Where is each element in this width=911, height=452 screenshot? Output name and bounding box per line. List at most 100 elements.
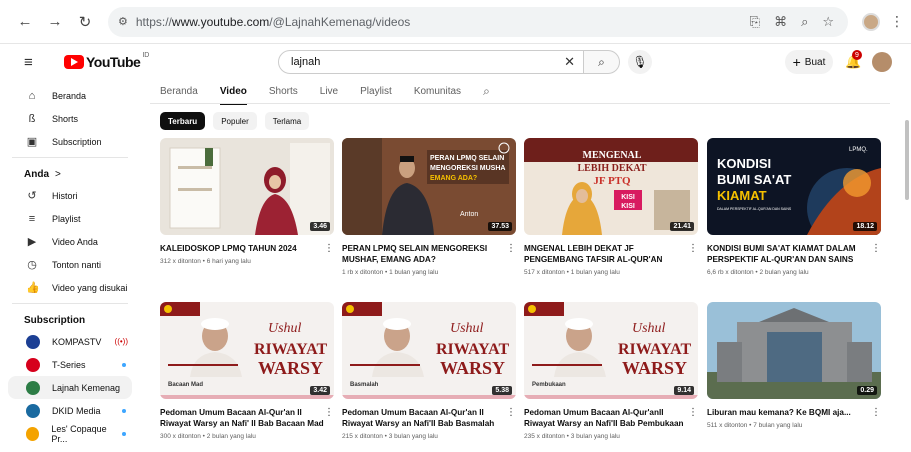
- subscription-label: Lajnah Kemenag: [52, 382, 121, 393]
- chip-terbaru[interactable]: Terbaru: [160, 112, 206, 130]
- more-options-icon[interactable]: ⋮: [506, 243, 516, 276]
- video-thumbnail[interactable]: Pembukaan Ushul RIWAYAT WARSY 9.14: [524, 302, 698, 399]
- video-meta: Liburan mau kemana? Ke BQMI aja... 511 x …: [707, 407, 881, 429]
- video-title[interactable]: Pedoman Umum Bacaan Al-Qur'an II Riwayat…: [342, 407, 506, 429]
- video-text: Liburan mau kemana? Ke BQMI aja... 511 x …: [707, 407, 871, 429]
- video-thumbnail[interactable]: Bacaan Mad Ushul RIWAYAT WARSY 3.42: [160, 302, 334, 399]
- create-button[interactable]: + Buat: [785, 50, 833, 74]
- hamburger-menu-icon[interactable]: ≡: [24, 54, 44, 71]
- video-title[interactable]: KALEIDOSKOP LPMQ TAHUN 2024: [160, 243, 324, 254]
- more-options-icon[interactable]: ⋮: [688, 243, 698, 276]
- video-thumbnail[interactable]: Basmalah Ushul RIWAYAT WARSY 5.38: [342, 302, 516, 399]
- duration-badge: 21.41: [670, 222, 694, 231]
- sidebar-subscription-item[interactable]: Lajnah Kemenag: [8, 376, 132, 399]
- new-content-dot: [122, 431, 126, 436]
- video-thumbnail[interactable]: KONDISI BUMI SA'AT KIAMAT DALAM PERSPEKTIF …: [707, 138, 881, 235]
- subscription-label: T-Series: [52, 359, 86, 370]
- translate-icon[interactable]: ⌘: [774, 14, 787, 30]
- sidebar-subscription-item[interactable]: T-Series: [0, 353, 140, 376]
- thumbnail-text: KISI: [621, 203, 635, 210]
- sidebar-item-label: Subscription: [52, 136, 102, 147]
- sidebar-item-subscription[interactable]: ▣ Subscription: [0, 130, 140, 153]
- video-thumbnail[interactable]: MENGENAL LEBIH DEKAT JF PTQ KISI KISI 21.41: [524, 138, 698, 235]
- video-title[interactable]: KONDISI BUMI SA'AT KIAMAT DALAM PERSPEKT…: [707, 243, 871, 265]
- tab-komunitas[interactable]: Komunitas: [414, 86, 461, 97]
- cast-icon[interactable]: ⎘: [750, 14, 760, 30]
- video-stats: 312 x ditonton • 6 hari yang lalu: [160, 258, 251, 265]
- video-card[interactable]: Basmalah Ushul RIWAYAT WARSY 5.38 Pedoman Umu…: [342, 302, 516, 440]
- sidebar-item-beranda[interactable]: ⌂ Beranda: [0, 84, 140, 107]
- more-options-icon[interactable]: ⋮: [324, 243, 334, 265]
- microphone-icon: 🎙: [632, 55, 648, 69]
- video-card[interactable]: Bacaan Mad Ushul RIWAYAT WARSY 3.42 Pedoman U…: [160, 302, 334, 440]
- tab-live[interactable]: Live: [320, 86, 338, 97]
- page-scrollbar[interactable]: [905, 120, 909, 200]
- more-options-icon[interactable]: ⋮: [871, 407, 881, 429]
- tab-shorts[interactable]: Shorts: [269, 86, 298, 97]
- back-icon[interactable]: ←: [12, 9, 38, 35]
- chip-terlama[interactable]: Terlama: [264, 112, 310, 130]
- tab-playlist[interactable]: Playlist: [360, 86, 392, 97]
- forward-icon[interactable]: →: [42, 9, 68, 35]
- video-card[interactable]: 3.46 KALEIDOSKOP LPMQ TAHUN 2024 312 x dit…: [160, 138, 334, 265]
- channel-search-icon[interactable]: ⌕: [483, 84, 490, 99]
- search-button[interactable]: ⌕: [584, 50, 620, 74]
- video-title[interactable]: PERAN LPMQ SELAIN MENGOREKSI MUSHAF, EMA…: [342, 243, 506, 265]
- zoom-icon[interactable]: ⌕: [801, 14, 808, 30]
- reload-icon[interactable]: ↻: [72, 9, 98, 35]
- video-card[interactable]: Pembukaan Ushul RIWAYAT WARSY 9.14 Pedoman Um…: [524, 302, 698, 440]
- notification-badge: 9: [852, 50, 862, 60]
- clear-search-icon[interactable]: ✕: [564, 54, 575, 70]
- tab-video[interactable]: Video: [219, 86, 247, 105]
- video-thumbnail[interactable]: 3.46: [160, 138, 334, 235]
- sidebar-item-histori[interactable]: ↺ Histori: [0, 184, 140, 207]
- more-options-icon[interactable]: ⋮: [506, 407, 516, 440]
- video-card[interactable]: 0.29 Liburan mau kemana? Ke BQMI aja... 51…: [707, 302, 881, 429]
- sidebar-subscription-item[interactable]: KOMPASTV ((•)): [0, 330, 140, 353]
- sidebar-item-tonton-nanti[interactable]: ◷ Tonton nanti: [0, 253, 140, 276]
- search-input[interactable]: lajnah ✕: [278, 50, 584, 74]
- plus-icon: +: [792, 54, 801, 70]
- video-thumbnail[interactable]: PERAN LPMQ SELAIN MENGOREKSI MUSHA EMANG A…: [342, 138, 516, 235]
- voice-search-button[interactable]: 🎙: [628, 50, 652, 74]
- sidebar-item-playlist[interactable]: ≡ Playlist: [0, 207, 140, 230]
- site-info-icon[interactable]: ⚙: [118, 15, 128, 28]
- browser-profile-avatar[interactable]: [862, 12, 880, 31]
- thumbnail-text: MENGENAL: [583, 150, 642, 161]
- channel-tabs: Beranda Video Shorts Live Playlist Komunitas ⌕: [160, 80, 490, 105]
- bookmark-star-icon[interactable]: ☆: [822, 14, 834, 30]
- sidebar-item-video-anda[interactable]: ▶ Video Anda: [0, 230, 140, 253]
- video-card[interactable]: PERAN LPMQ SELAIN MENGOREKSI MUSHA EMANG A…: [342, 138, 516, 276]
- chip-populer[interactable]: Populer: [213, 112, 257, 130]
- channel-avatar: [26, 357, 40, 372]
- address-bar[interactable]: ⚙ https://www.youtube.com/@LajnahKemenag…: [108, 6, 848, 37]
- video-title[interactable]: Pedoman Umum Bacaan Al-Qur'an II Riwayat…: [160, 407, 324, 429]
- sidebar-item-shorts[interactable]: ß Shorts: [0, 107, 140, 130]
- duration-badge: 3.46: [310, 222, 330, 231]
- video-title[interactable]: Pedoman Umum Bacaan Al-Qur'anII Riwayat …: [524, 407, 688, 429]
- duration-badge: 3.42: [310, 386, 330, 395]
- video-card[interactable]: KONDISI BUMI SA'AT KIAMAT DALAM PERSPEKTIF …: [707, 138, 881, 276]
- sidebar-item-video-yang-disukai[interactable]: 👍 Video yang disukai: [0, 276, 140, 299]
- notifications-bell-icon[interactable]: 🔔 9: [845, 50, 862, 70]
- video-card[interactable]: MENGENAL LEBIH DEKAT JF PTQ KISI KISI 21.41 MN…: [524, 138, 698, 276]
- thumbnail-image: MENGENAL LEBIH DEKATJF PTQ KISI KISI: [524, 138, 698, 235]
- sidebar-you-heading[interactable]: Anda >: [0, 164, 140, 184]
- url-host: www.youtube.com: [171, 14, 270, 29]
- account-avatar[interactable]: [872, 52, 892, 72]
- sidebar-subscription-item[interactable]: Les' Copaque Pr...: [0, 422, 140, 445]
- channel-avatar: [26, 426, 40, 441]
- more-options-icon[interactable]: ⋮: [324, 407, 334, 440]
- video-text: Pedoman Umum Bacaan Al-Qur'an II Riwayat…: [160, 407, 324, 440]
- video-title[interactable]: MNGENAL LEBIH DEKAT JF PENGEMBANG TAFSIR…: [524, 243, 688, 265]
- sidebar-subscription-item[interactable]: DKID Media: [0, 399, 140, 422]
- video-thumbnail[interactable]: 0.29: [707, 302, 881, 399]
- youtube-logo[interactable]: YouTube ID: [64, 52, 149, 70]
- video-meta: Pedoman Umum Bacaan Al-Qur'anII Riwayat …: [524, 407, 698, 440]
- tab-beranda[interactable]: Beranda: [160, 86, 198, 97]
- more-options-icon[interactable]: ⋮: [871, 243, 881, 276]
- video-title[interactable]: Liburan mau kemana? Ke BQMI aja...: [707, 407, 871, 418]
- new-content-dot: [122, 408, 126, 413]
- browser-menu-icon[interactable]: ⋮: [890, 13, 904, 30]
- more-options-icon[interactable]: ⋮: [688, 407, 698, 440]
